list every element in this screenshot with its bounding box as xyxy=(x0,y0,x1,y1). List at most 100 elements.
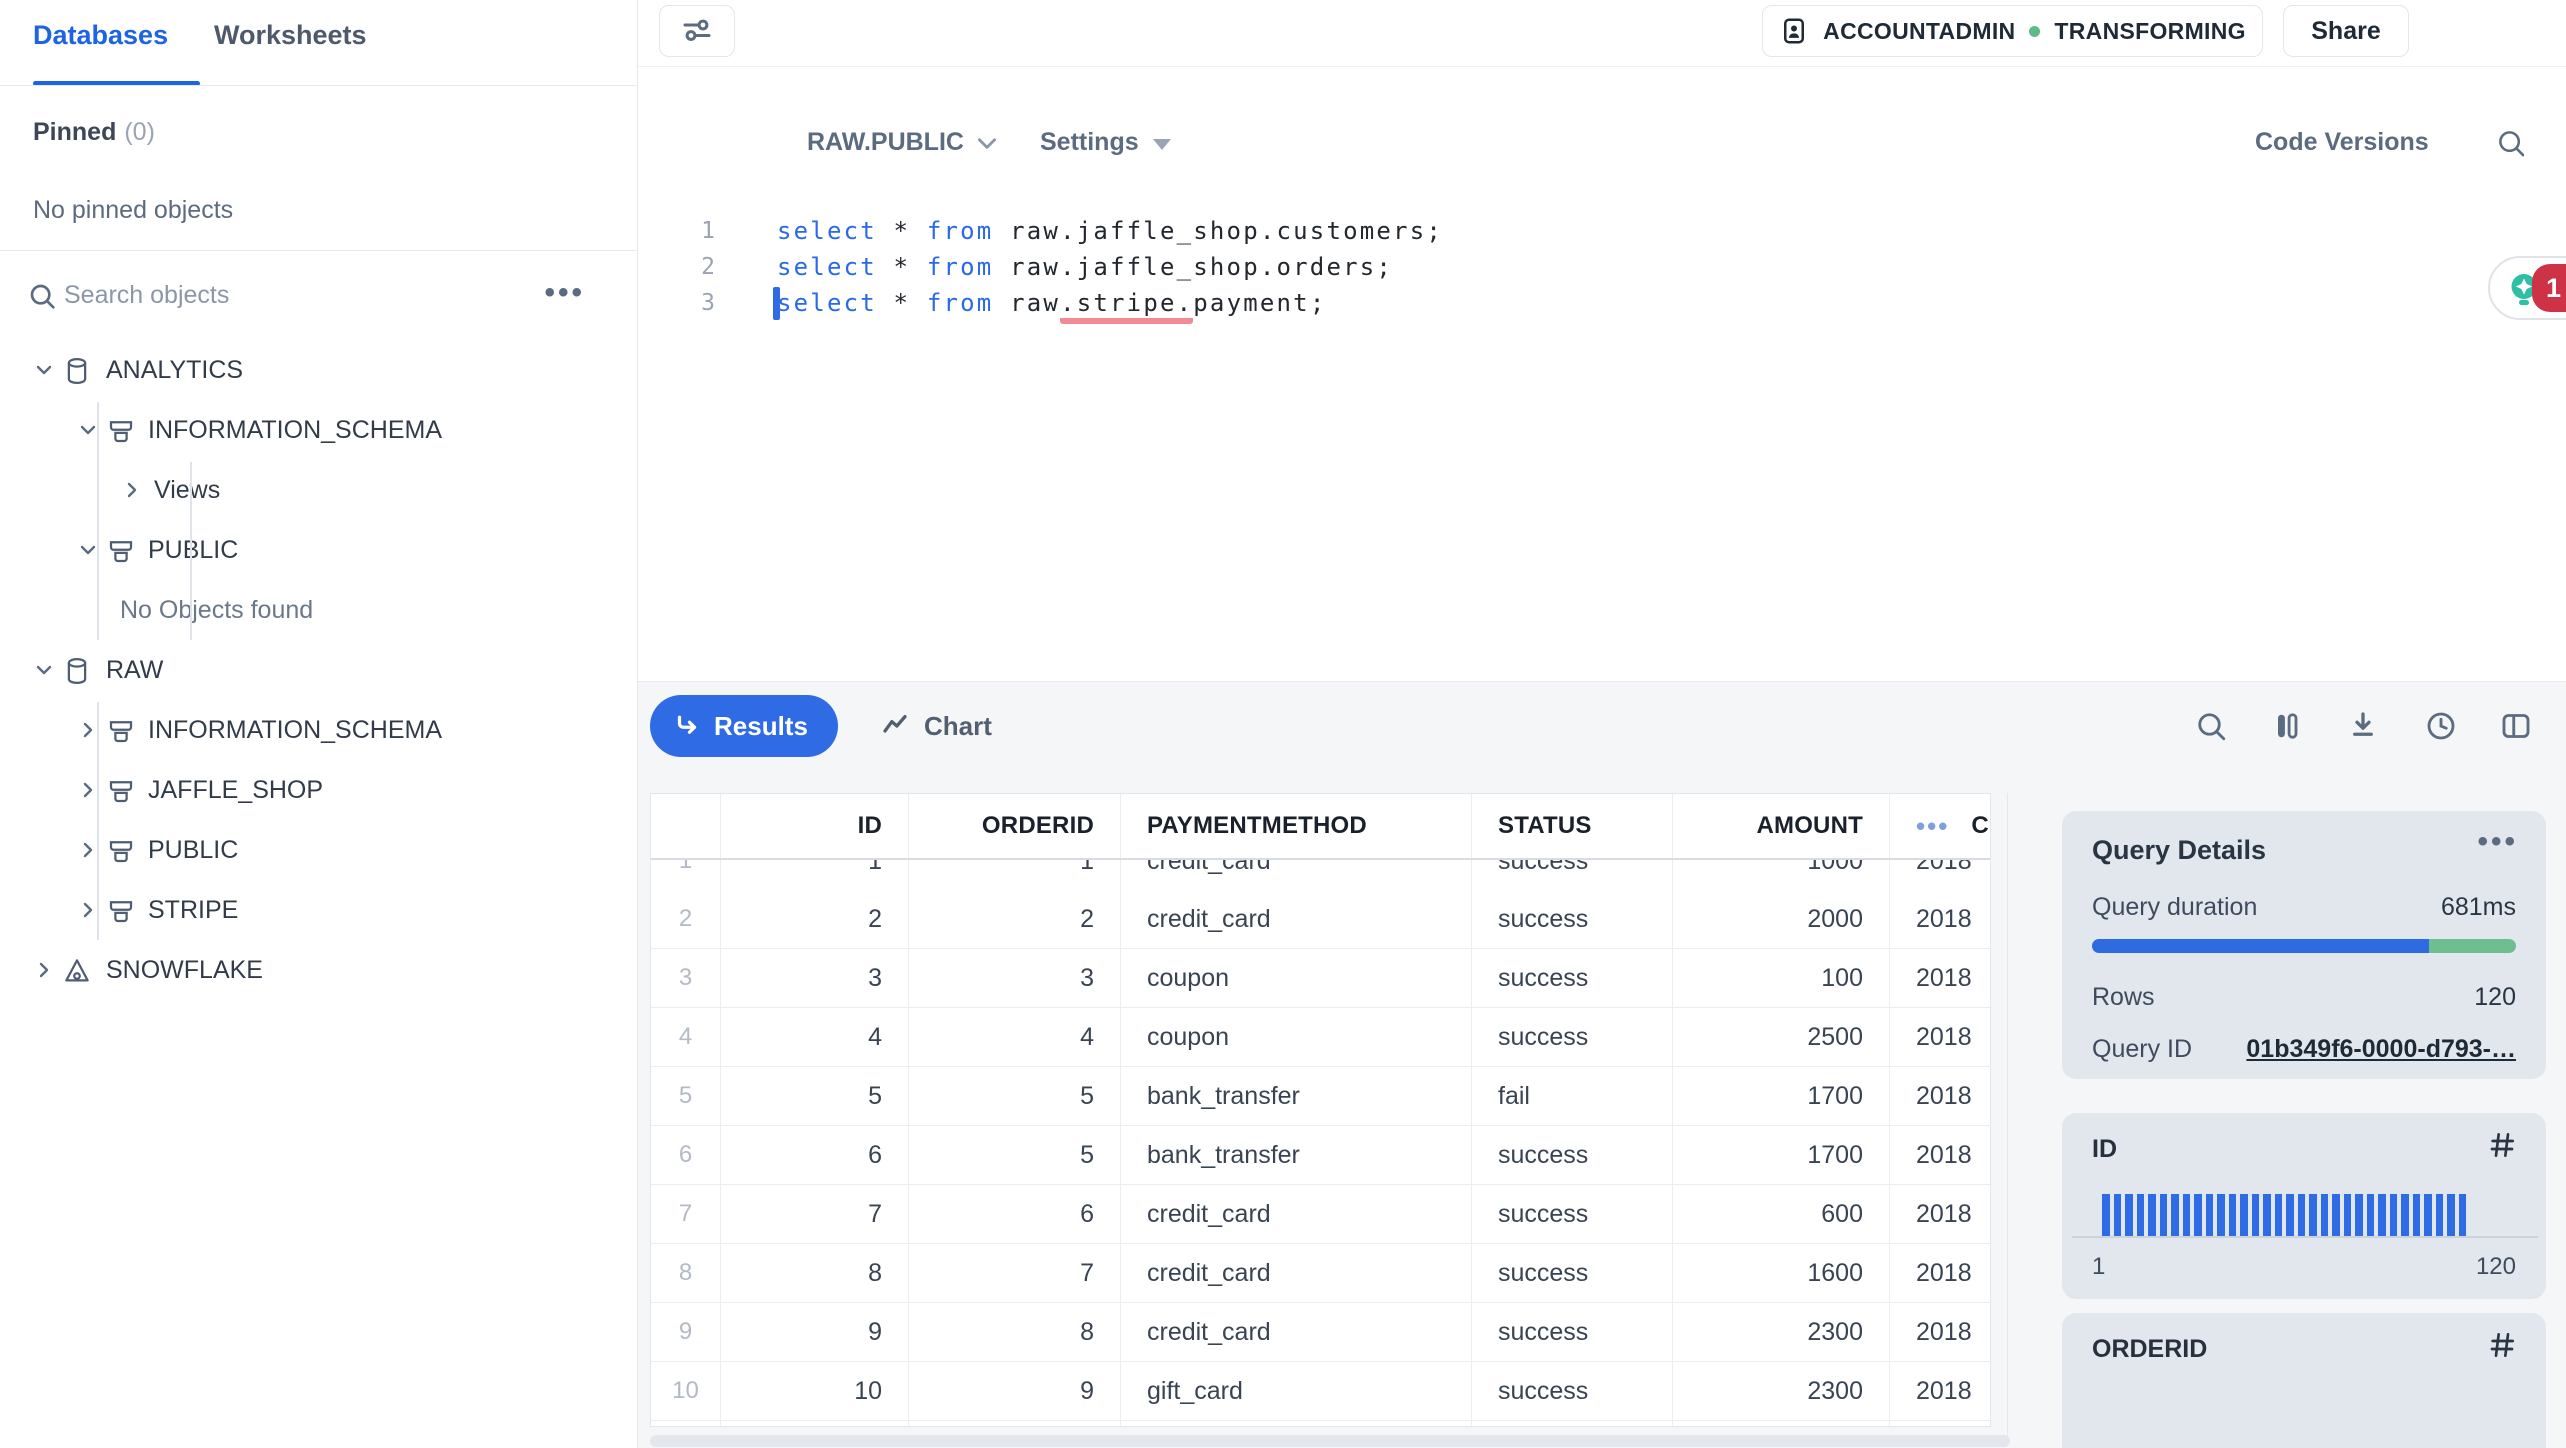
table-cell[interactable]: coupon xyxy=(1121,1008,1472,1066)
table-cell[interactable]: 7 xyxy=(721,1185,909,1243)
table-cell[interactable]: 1 xyxy=(721,860,909,890)
table-cell[interactable]: success xyxy=(1472,949,1673,1007)
table-cell[interactable]: 2018 xyxy=(1890,1067,1990,1125)
column-header-cr[interactable]: ••• CR xyxy=(1890,794,1990,858)
tab-results[interactable]: Results xyxy=(650,695,838,757)
database-context-selector[interactable]: RAW.PUBLIC xyxy=(807,128,1000,157)
table-cell[interactable]: credit_card xyxy=(1121,1244,1472,1302)
table-cell[interactable]: 100 xyxy=(1673,949,1890,1007)
sidebar-more-icon[interactable]: ••• xyxy=(544,276,585,310)
tab-databases[interactable]: Databases xyxy=(33,20,168,51)
table-row[interactable]: 1 1 1 credit_card success 1000 2018 xyxy=(651,860,1990,890)
table-cell[interactable]: 7 xyxy=(909,1244,1121,1302)
settings-menu[interactable]: Settings xyxy=(1040,128,1171,157)
hash-icon[interactable] xyxy=(2486,1329,2518,1361)
table-cell[interactable]: 9 xyxy=(721,1303,909,1361)
tree-item-public[interactable]: PUBLIC xyxy=(0,821,636,881)
table-cell[interactable]: 1700 xyxy=(1673,1126,1890,1184)
table-cell[interactable]: 5 xyxy=(909,1126,1121,1184)
editor-search-icon[interactable] xyxy=(2494,126,2528,160)
table-cell[interactable]: 2300 xyxy=(1673,1303,1890,1361)
column-header-paymentmethod[interactable]: PAYMENTMETHOD xyxy=(1121,794,1472,858)
table-row[interactable]: 4 4 4 coupon success 2500 2018 xyxy=(651,1008,1990,1067)
table-row[interactable]: 8 8 7 credit_card success 1600 2018 xyxy=(651,1244,1990,1303)
table-cell[interactable]: success xyxy=(1472,860,1673,890)
tree-item-public[interactable]: PUBLIC xyxy=(0,521,636,581)
table-row[interactable]: 10 10 9 gift_card success 2300 2018 xyxy=(651,1362,1990,1421)
table-cell[interactable]: 8 xyxy=(721,1244,909,1302)
table-cell[interactable]: success xyxy=(1472,1303,1673,1361)
table-cell[interactable]: 2018 xyxy=(1890,1185,1990,1243)
columns-icon[interactable] xyxy=(2269,708,2305,744)
code-line[interactable]: 1 select * from raw.jaffle_shop.customers… xyxy=(660,213,1443,249)
table-cell[interactable]: 2018 xyxy=(1890,1008,1990,1066)
chevron-down-icon[interactable] xyxy=(32,358,56,382)
table-cell[interactable]: 2300 xyxy=(1673,1362,1890,1420)
table-cell[interactable]: 1700 xyxy=(1673,1067,1890,1125)
table-cell[interactable]: 2000 xyxy=(1673,890,1890,948)
table-row[interactable]: 6 6 5 bank_transfer success 1700 2018 xyxy=(651,1126,1990,1185)
tree-item-information_schema[interactable]: INFORMATION_SCHEMA xyxy=(0,701,636,761)
table-cell[interactable]: success xyxy=(1472,1362,1673,1420)
table-cell[interactable]: 3 xyxy=(909,949,1121,1007)
tree-item-jaffle_shop[interactable]: JAFFLE_SHOP xyxy=(0,761,636,821)
tree-item-views[interactable]: Views xyxy=(0,461,636,521)
column-menu-icon[interactable]: ••• xyxy=(1916,811,1949,842)
table-cell[interactable]: coupon xyxy=(1121,949,1472,1007)
table-cell[interactable]: 1600 xyxy=(1673,1244,1890,1302)
tab-chart[interactable]: Chart xyxy=(880,695,992,757)
session-context-button[interactable]: ACCOUNTADMIN TRANSFORMING xyxy=(1762,5,2263,57)
table-cell[interactable]: credit_card xyxy=(1121,860,1472,890)
column-header-amount[interactable]: AMOUNT xyxy=(1673,794,1890,858)
table-cell[interactable]: success xyxy=(1472,1185,1673,1243)
search-icon[interactable] xyxy=(2193,708,2229,744)
table-row[interactable]: 2 2 2 credit_card success 2000 2018 xyxy=(651,890,1990,949)
share-button[interactable]: Share xyxy=(2283,5,2409,57)
table-row[interactable]: 7 7 6 credit_card success 600 2018 xyxy=(651,1185,1990,1244)
column-header-orderid[interactable]: ORDERID xyxy=(909,794,1121,858)
table-cell[interactable]: 600 xyxy=(1673,1185,1890,1243)
table-cell[interactable]: 2018 xyxy=(1890,1244,1990,1302)
query-id-link[interactable]: 01b349f6-0000-d793-… xyxy=(2246,1035,2516,1064)
table-cell[interactable]: 2018 xyxy=(1890,1303,1990,1361)
table-cell[interactable]: 6 xyxy=(721,1126,909,1184)
table-cell[interactable]: success xyxy=(1472,890,1673,948)
table-cell[interactable]: 2500 xyxy=(1673,1008,1890,1066)
query-details-menu-icon[interactable]: ••• xyxy=(2477,825,2518,859)
table-cell[interactable]: bank_transfer xyxy=(1121,1126,1472,1184)
table-cell[interactable]: 3 xyxy=(721,949,909,1007)
table-cell[interactable]: 1 xyxy=(909,860,1121,890)
table-row[interactable]: 9 9 8 credit_card success 2300 2018 xyxy=(651,1303,1990,1362)
table-cell[interactable]: 8 xyxy=(909,1303,1121,1361)
tree-item-analytics[interactable]: ANALYTICS xyxy=(0,341,636,401)
horizontal-scrollbar[interactable] xyxy=(650,1435,2010,1447)
table-cell[interactable]: credit_card xyxy=(1121,1185,1472,1243)
table-cell[interactable]: 2018 xyxy=(1890,1362,1990,1420)
tree-item-snowflake[interactable]: SNOWFLAKE xyxy=(0,941,636,1001)
error-count-badge[interactable]: 1 xyxy=(2532,264,2566,312)
chevron-down-icon[interactable] xyxy=(32,658,56,682)
table-cell[interactable]: success xyxy=(1472,1244,1673,1302)
table-cell[interactable]: 2018 xyxy=(1890,890,1990,948)
table-cell[interactable]: 6 xyxy=(909,1185,1121,1243)
table-cell[interactable]: 2018 xyxy=(1890,860,1990,890)
table-row[interactable]: 3 3 3 coupon success 100 2018 xyxy=(651,949,1990,1008)
hash-icon[interactable] xyxy=(2486,1129,2518,1161)
table-cell[interactable]: 10 xyxy=(721,1362,909,1420)
tree-item-stripe[interactable]: STRIPE xyxy=(0,881,636,941)
tab-worksheets[interactable]: Worksheets xyxy=(214,20,367,51)
table-cell[interactable]: 5 xyxy=(909,1067,1121,1125)
table-cell[interactable]: 2 xyxy=(909,890,1121,948)
chevron-right-icon[interactable] xyxy=(120,478,144,502)
history-icon[interactable] xyxy=(2423,708,2459,744)
table-cell[interactable]: success xyxy=(1472,1008,1673,1066)
table-cell[interactable]: 2018 xyxy=(1890,949,1990,1007)
table-cell[interactable]: credit_card xyxy=(1121,890,1472,948)
column-header-status[interactable]: STATUS xyxy=(1472,794,1673,858)
column-header-id[interactable]: ID xyxy=(721,794,909,858)
tree-item-information_schema[interactable]: INFORMATION_SCHEMA xyxy=(0,401,636,461)
chevron-right-icon[interactable] xyxy=(32,958,56,982)
table-cell[interactable]: bank_transfer xyxy=(1121,1067,1472,1125)
code-versions-link[interactable]: Code Versions xyxy=(2255,128,2429,157)
split-panel-icon[interactable] xyxy=(2498,708,2534,744)
